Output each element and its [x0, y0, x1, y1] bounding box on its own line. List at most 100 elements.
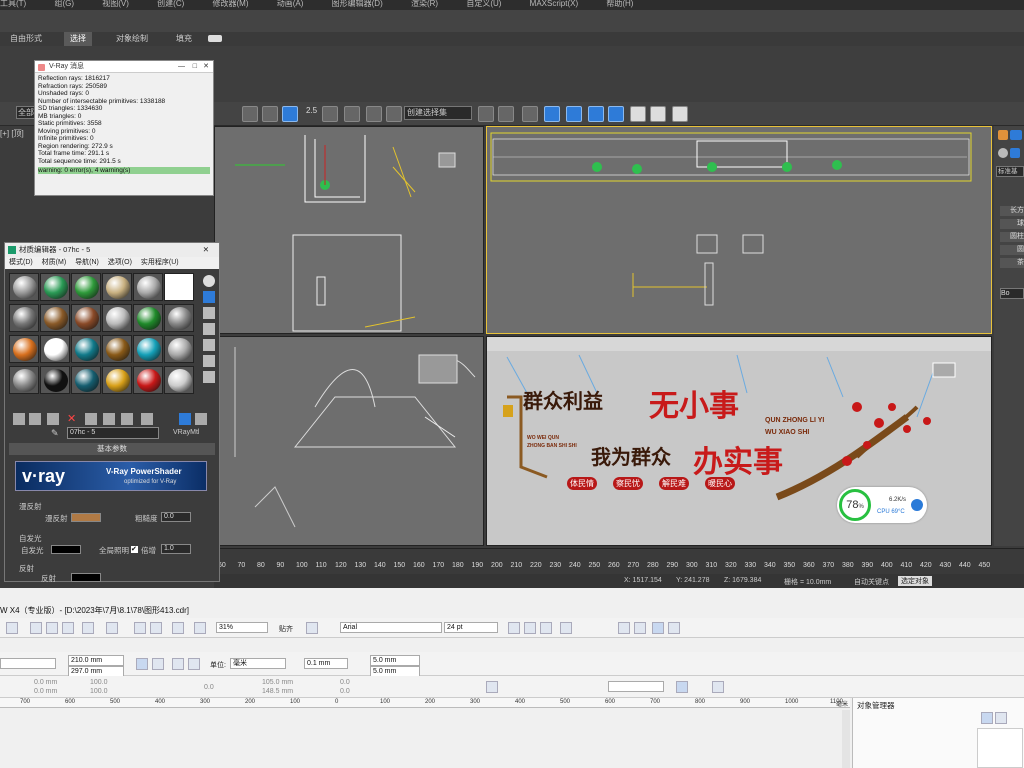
value-1[interactable]: 0.0 [340, 679, 350, 686]
material-sample-slot[interactable] [133, 273, 163, 301]
import-icon[interactable] [134, 622, 146, 634]
render-icon[interactable] [672, 106, 688, 122]
create-cylinder-button[interactable]: 圆柱 [1000, 232, 1024, 242]
paste-icon[interactable] [62, 622, 74, 634]
material-sample-slot[interactable] [164, 366, 194, 394]
place-icon[interactable] [282, 106, 298, 122]
material-sample-slot[interactable] [164, 273, 194, 301]
menu-group[interactable]: 组(G) [54, 0, 74, 8]
create-sphere-button[interactable]: 球 [1000, 219, 1024, 229]
unique-icon[interactable] [103, 413, 115, 425]
options-icon[interactable] [203, 371, 215, 383]
material-sample-slot[interactable] [133, 366, 163, 394]
curve-editor-icon[interactable] [566, 106, 582, 122]
value-2[interactable]: 0.0 [340, 688, 350, 695]
current-page-icon[interactable] [188, 658, 200, 670]
close-icon[interactable]: ✕ [203, 61, 209, 73]
put-to-scene-icon[interactable] [29, 413, 41, 425]
roughness-spinner[interactable]: 0.0 [161, 512, 191, 522]
copy-material-icon[interactable] [85, 413, 97, 425]
material-sample-slot[interactable] [102, 304, 132, 332]
zoom-level-dropdown[interactable]: 31% [216, 622, 268, 633]
material-sample-slot[interactable] [102, 335, 132, 363]
menu-graph-editors[interactable]: 图形编辑器(D) [332, 0, 383, 8]
material-sample-slot[interactable] [164, 335, 194, 363]
paper-type-dropdown[interactable] [0, 658, 56, 669]
close-icon[interactable]: ✕ [203, 243, 209, 257]
drop-cap-icon[interactable] [634, 622, 646, 634]
layer-icon[interactable] [522, 106, 538, 122]
edit-named-selection-icon[interactable] [386, 106, 402, 122]
cut-icon[interactable] [30, 622, 42, 634]
modify-tab-icon[interactable] [1010, 130, 1022, 140]
angle-snap-icon[interactable] [322, 106, 338, 122]
cpu-monitor-widget[interactable]: 78% 6.2K/s CPU 69°C [837, 487, 927, 523]
app-launcher-icon[interactable] [194, 622, 206, 634]
material-editor-titlebar[interactable]: 材质编辑器 - 07hc - 5 ✕ [5, 243, 219, 257]
viewport-label[interactable]: [+] [顶] [0, 128, 24, 139]
render-frame-icon[interactable] [650, 106, 666, 122]
vertical-scrollbar[interactable] [842, 710, 850, 768]
material-sample-slot[interactable] [133, 335, 163, 363]
menu-view[interactable]: 视图(V) [102, 0, 129, 8]
mirror-icon[interactable] [478, 106, 494, 122]
basic-params-rollout[interactable]: 基本参数 [9, 443, 215, 455]
spinner-snap-icon[interactable] [366, 106, 382, 122]
uv-tiling-icon[interactable] [203, 323, 215, 335]
landscape-icon[interactable] [152, 658, 164, 670]
maximize-icon[interactable]: □ [193, 61, 197, 73]
material-sample-slot[interactable] [40, 335, 70, 363]
get-material-icon[interactable] [13, 413, 25, 425]
material-sample-slot[interactable] [9, 273, 39, 301]
vray-messages-titlebar[interactable]: V-Ray 消息 — □ ✕ [35, 61, 213, 73]
tab-freeform[interactable]: 自由形式 [10, 32, 42, 46]
background-icon[interactable] [203, 307, 215, 319]
duplicate-x-field[interactable]: 5.0 mm [370, 655, 420, 666]
selfillum-color-swatch[interactable] [51, 545, 81, 554]
menu-maxscript[interactable]: MAXScript(X) [530, 0, 578, 8]
material-sample-slot[interactable] [133, 304, 163, 332]
export-icon[interactable] [150, 622, 162, 634]
tab-selection[interactable]: 选择 [64, 32, 92, 46]
underline-icon[interactable] [540, 622, 552, 634]
multiplier-spinner[interactable]: 1.0 [161, 544, 191, 554]
size-height[interactable]: 148.5 mm [262, 688, 293, 695]
reflect-color-swatch[interactable] [71, 573, 101, 582]
selected-dropdown[interactable]: 选定对象 [898, 576, 932, 586]
object-type-dropdown[interactable]: 标准基 [996, 166, 1024, 177]
material-editor-icon[interactable] [608, 106, 624, 122]
sample-type-icon[interactable] [203, 275, 215, 287]
nudge-field[interactable]: 0.1 mm [304, 658, 348, 669]
menu-modes[interactable]: 模式(D) [9, 259, 33, 266]
material-id-icon[interactable] [121, 413, 133, 425]
render-setup-icon[interactable] [630, 106, 646, 122]
viewport-front[interactable] [486, 126, 992, 334]
color-icon[interactable] [712, 681, 724, 693]
object-view-icon[interactable] [995, 712, 1007, 724]
scale-y[interactable]: 100.0 [90, 688, 108, 695]
coord-x[interactable]: X: 1517.154 [624, 577, 662, 584]
video-check-icon[interactable] [203, 339, 215, 351]
menu-create[interactable]: 创建(C) [157, 0, 184, 8]
material-sample-slot[interactable] [71, 366, 101, 394]
material-sample-slot[interactable] [40, 273, 70, 301]
create-teapot-button[interactable]: 茶 [1000, 258, 1024, 268]
outline-width-dropdown[interactable] [608, 681, 664, 692]
tab-populate[interactable]: 填充 [176, 32, 192, 46]
scene-explorer-icon[interactable] [544, 106, 560, 122]
ribbon-toggle-icon[interactable] [208, 35, 222, 42]
geometry-icon[interactable] [998, 148, 1008, 158]
speed-boost-icon[interactable] [911, 499, 923, 511]
reset-icon[interactable]: ✕ [67, 413, 79, 425]
menu-customize[interactable]: 自定义(U) [466, 0, 501, 8]
named-selection-set-dropdown[interactable]: 创建选择集 [404, 106, 472, 120]
rotation-angle[interactable]: 0.0 [204, 684, 214, 691]
units-dropdown[interactable]: 毫米 [230, 658, 286, 669]
material-sample-slot[interactable] [9, 304, 39, 332]
object-tree[interactable] [977, 728, 1023, 768]
object-name-field[interactable]: Bo [1000, 288, 1024, 299]
align-icon[interactable] [498, 106, 514, 122]
material-sample-slot[interactable] [9, 335, 39, 363]
backlight-icon[interactable] [203, 291, 215, 303]
material-sample-slot[interactable] [71, 273, 101, 301]
